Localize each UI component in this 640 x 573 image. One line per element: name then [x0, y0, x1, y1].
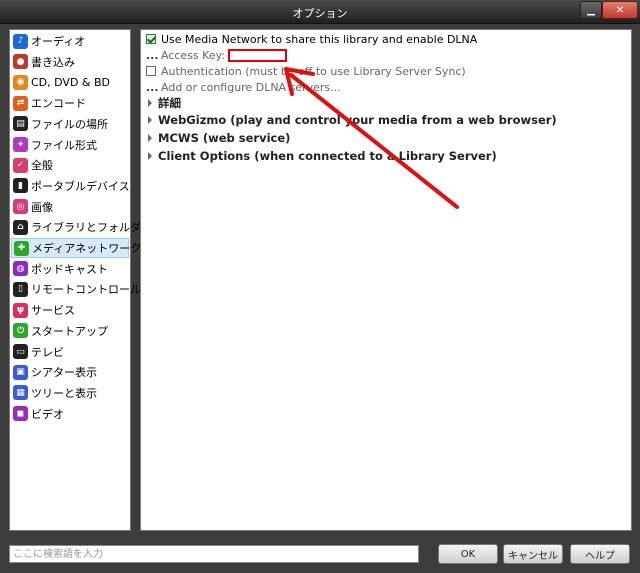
sidebar-item-label: ポータブルデバイス — [31, 179, 130, 193]
sidebar-item-label: ファイルの場所 — [31, 117, 108, 131]
use-media-network-label: Use Media Network to share this library … — [161, 32, 478, 46]
sidebar-item-label: スタートアップ — [31, 324, 108, 338]
dlna-servers-row[interactable]: ... Add or configure DLNA servers... — [146, 79, 341, 95]
access-key-dots: ... — [146, 48, 159, 62]
sidebar-item-label: ライブラリとフォルダ — [31, 221, 141, 235]
minimize-icon: ▁ — [587, 4, 595, 16]
close-button[interactable]: ✕ — [602, 1, 638, 19]
sidebar-item[interactable]: ◍ ポッドキャスト — [11, 259, 129, 279]
minimize-button[interactable]: ▁ — [580, 1, 602, 19]
section-client-options[interactable]: Client Options (when connected to a Libr… — [146, 148, 497, 164]
file-type-icon: ✦ — [13, 137, 28, 152]
sidebar-item[interactable]: ✚ メディアネットワーク — [11, 238, 141, 258]
portable-device-icon: ▮ — [13, 178, 28, 194]
sidebar-item-label: サービス — [31, 304, 75, 318]
expand-arrow-icon — [148, 116, 152, 124]
general-settings-icon: ✓ — [13, 157, 28, 173]
search-input[interactable] — [9, 545, 419, 563]
use-media-network-checkbox[interactable] — [146, 34, 156, 44]
sidebar-item-label: ポッドキャスト — [31, 262, 108, 276]
authentication-checkbox[interactable] — [146, 66, 156, 76]
sidebar-item[interactable]: ψ サービス — [11, 300, 129, 320]
sidebar-item[interactable]: ▤ ファイルの場所 — [11, 114, 129, 134]
camera-icon: ◎ — [13, 199, 28, 215]
music-note-icon: ♪ — [13, 33, 28, 49]
media-network-icon: ✚ — [14, 240, 29, 256]
folder-location-icon: ▤ — [13, 116, 28, 132]
sidebar-item[interactable]: ⇄ エンコード — [11, 93, 129, 113]
power-startup-icon: ⏻ — [13, 323, 28, 339]
sidebar-item[interactable]: ◉ CD, DVD & BD — [11, 72, 129, 92]
close-icon: ✕ — [615, 4, 625, 16]
plug-service-icon: ψ — [13, 302, 28, 318]
sidebar-item[interactable]: ▯ リモートコントロール — [11, 279, 141, 299]
sidebar-item-label: メディアネットワーク — [32, 242, 142, 255]
section-label: 詳細 — [158, 96, 181, 110]
title-bar: オプション ▁ ✕ — [0, 0, 640, 24]
sidebar-item-label: シアター表示 — [31, 366, 97, 380]
podcast-icon: ◍ — [13, 261, 28, 277]
theater-view-icon: ▣ — [13, 364, 28, 380]
sidebar-item[interactable]: ✦ ファイル形式 — [11, 135, 129, 155]
window-title: オプション — [292, 7, 348, 20]
authentication-label: Authentication (must be off to use Libra… — [161, 64, 466, 78]
authentication-row[interactable]: Authentication (must be off to use Libra… — [146, 63, 466, 79]
section-label: Client Options (when connected to a Libr… — [158, 149, 497, 163]
sidebar-item-label: エンコード — [31, 97, 86, 111]
video-camera-icon: ◼ — [13, 406, 28, 422]
ok-button[interactable]: OK — [438, 544, 498, 564]
sidebar-item-label: リモートコントロール — [31, 283, 141, 297]
access-key-row: ... Access Key: — [146, 47, 288, 63]
encode-icon: ⇄ — [13, 95, 28, 111]
sidebar-item-label: 全般 — [31, 159, 53, 173]
tree-view-icon: ▦ — [13, 385, 28, 401]
sidebar-item-label: テレビ — [31, 345, 64, 359]
cancel-button[interactable]: キャンセル — [503, 544, 563, 564]
sidebar-item[interactable]: ▭ テレビ — [11, 342, 129, 362]
sidebar-item[interactable]: ⏻ スタートアップ — [11, 321, 129, 341]
use-media-network-row[interactable]: Use Media Network to share this library … — [146, 31, 477, 47]
sidebar-item[interactable]: ✓ 全般 — [11, 155, 129, 175]
sidebar-item-label: CD, DVD & BD — [31, 75, 111, 89]
remote-control-icon: ▯ — [13, 281, 28, 297]
sidebar-item[interactable]: ⌂ ライブラリとフォルダ — [11, 217, 141, 237]
sidebar-item-label: ビデオ — [31, 407, 64, 421]
sidebar-item-label: 画像 — [31, 200, 53, 214]
section-mcws[interactable]: MCWS (web service) — [146, 130, 290, 146]
sidebar-item-label: 書き込み — [31, 55, 75, 69]
dlna-servers-dots: ... — [146, 80, 159, 94]
sidebar-item-label: ツリーと表示 — [31, 386, 97, 400]
expand-arrow-icon — [148, 152, 152, 160]
access-key-label: Access Key: — [161, 48, 226, 62]
section-label: WebGizmo (play and control your media fr… — [158, 113, 557, 127]
sidebar-item-label: ファイル形式 — [31, 138, 97, 152]
sidebar-item[interactable]: ▮ ポータブルデバイス — [11, 176, 130, 196]
sidebar-item[interactable]: ● 書き込み — [11, 52, 129, 72]
section-label: MCWS (web service) — [158, 131, 291, 145]
access-key-field[interactable] — [228, 48, 288, 62]
settings-panel: Use Media Network to share this library … — [140, 29, 632, 531]
expand-arrow-icon — [148, 99, 152, 107]
sidebar-category-list: ♪ オーディオ ● 書き込み ◉ CD, DVD & BD ⇄ エンコード ▤ ファイルの場所 ✦ フ… — [9, 29, 141, 531]
expand-arrow-icon — [148, 134, 152, 142]
sidebar-item[interactable]: ◎ 画像 — [11, 197, 129, 217]
dlna-servers-label: Add or configure DLNA servers... — [161, 80, 341, 94]
sidebar-item[interactable]: ▦ ツリーと表示 — [11, 383, 129, 403]
sidebar-item[interactable]: ◼ ビデオ — [11, 404, 129, 424]
cd-disc-icon: ◉ — [13, 74, 28, 90]
tv-icon: ▭ — [13, 344, 28, 359]
sidebar-item[interactable]: ♪ オーディオ — [11, 31, 129, 51]
sidebar-item-label: オーディオ — [31, 35, 86, 48]
sidebar-item[interactable]: ▣ シアター表示 — [11, 362, 129, 382]
library-house-icon: ⌂ — [13, 219, 28, 235]
section-webgizmo[interactable]: WebGizmo (play and control your media fr… — [146, 112, 557, 128]
burn-disc-icon: ● — [13, 54, 28, 70]
section-details[interactable]: 詳細 — [146, 95, 181, 111]
help-button[interactable]: ヘルプ — [570, 544, 630, 564]
